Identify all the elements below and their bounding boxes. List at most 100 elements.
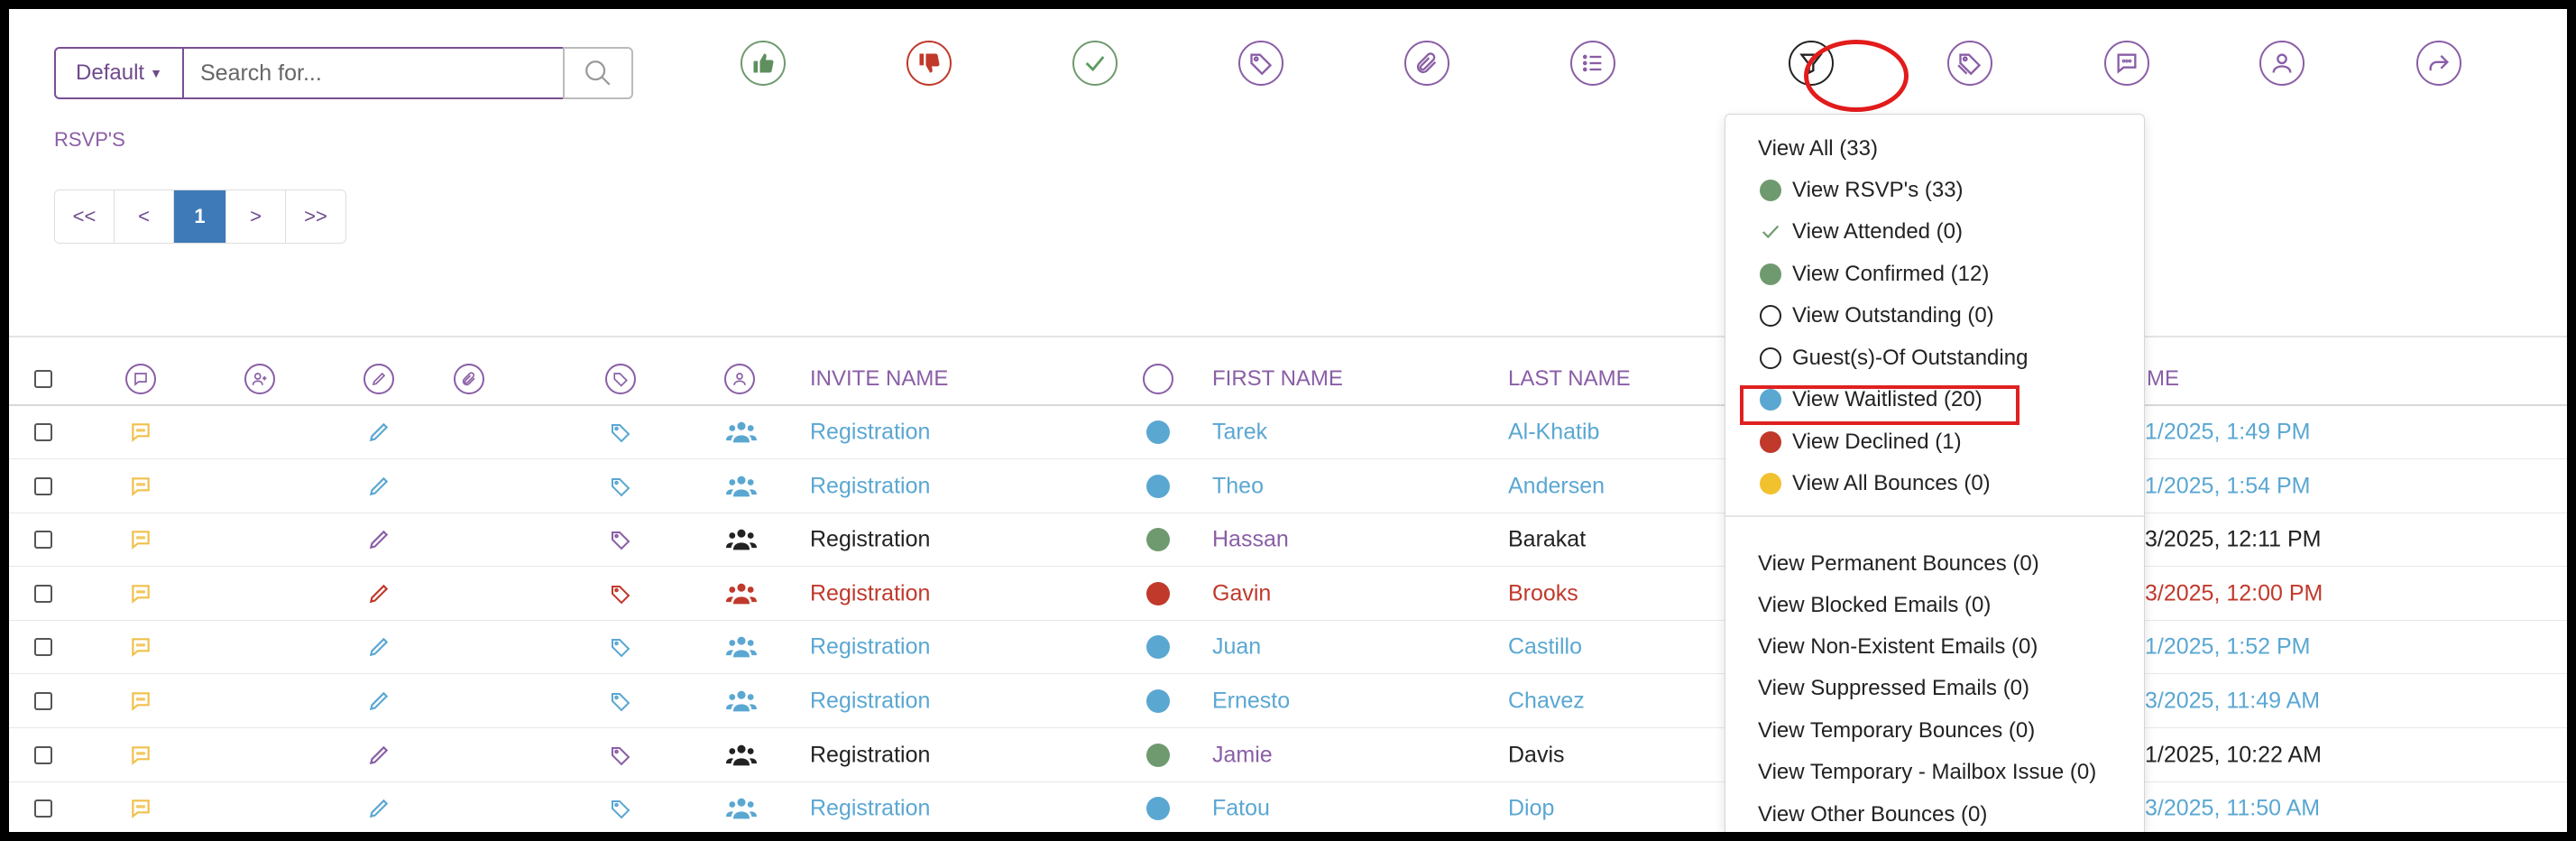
filter-menu-item[interactable]: View Temporary - Mailbox Issue (0)	[1725, 754, 2176, 790]
group-icon[interactable]	[726, 797, 757, 820]
pencil-icon[interactable]	[367, 689, 391, 713]
note-icon[interactable]	[129, 635, 152, 659]
tag-icon[interactable]	[610, 798, 631, 819]
select-all-checkbox[interactable]	[34, 370, 52, 388]
col-edit[interactable]	[363, 364, 394, 394]
col-tag[interactable]	[605, 364, 636, 394]
table-row[interactable]: Registration Hassan Barakat 3/2025, 12:1…	[9, 513, 2567, 568]
last-name-text[interactable]: Castillo	[1508, 634, 1582, 661]
thumbs-up-button[interactable]	[741, 41, 786, 86]
filter-menu-item[interactable]: Guest(s)-Of Outstanding	[1725, 340, 2178, 376]
note-icon[interactable]	[129, 420, 152, 444]
table-row[interactable]: Registration Tarek Al-Khatib 1/2025, 1:4…	[9, 406, 2567, 459]
filter-menu-item[interactable]: View Temporary Bounces (0)	[1725, 713, 2176, 749]
group-icon[interactable]	[726, 475, 757, 498]
page-first-button[interactable]: <<	[55, 190, 115, 243]
group-icon[interactable]	[726, 582, 757, 605]
table-row[interactable]: Registration Jamie Davis 1/2025, 10:22 A…	[9, 729, 2567, 782]
filter-menu-item[interactable]: View Declined (1)	[1725, 424, 2178, 460]
page-next-button[interactable]: >	[226, 190, 286, 243]
invite-name-link[interactable]: Registration	[810, 796, 930, 822]
filter-menu-item[interactable]: View Blocked Emails (0)	[1725, 587, 2176, 624]
note-icon[interactable]	[129, 797, 152, 820]
first-name-link[interactable]: Fatou	[1212, 796, 1270, 822]
first-name-link[interactable]: Theo	[1212, 473, 1264, 499]
table-row[interactable]: Registration Theo Andersen 1/2025, 1:54 …	[9, 460, 2567, 513]
invite-name-link[interactable]: Registration	[810, 473, 930, 499]
invite-name-link[interactable]: Registration	[810, 527, 930, 553]
last-name-text[interactable]: Andersen	[1508, 473, 1605, 499]
search-button[interactable]	[563, 47, 633, 99]
group-icon[interactable]	[726, 744, 757, 767]
invite-name-link[interactable]: Registration	[810, 689, 930, 715]
last-name-text[interactable]: Barakat	[1508, 527, 1586, 553]
attachment-button[interactable]	[1404, 41, 1449, 86]
tag-icon[interactable]	[610, 529, 631, 550]
invite-name-link[interactable]: Registration	[810, 580, 930, 606]
tag-icon[interactable]	[610, 744, 631, 766]
last-name-text[interactable]: Al-Khatib	[1508, 420, 1599, 446]
share-button[interactable]	[2416, 41, 2461, 86]
pencil-icon[interactable]	[367, 582, 391, 605]
check-button[interactable]	[1072, 41, 1118, 86]
table-row[interactable]: Registration Fatou Diop 3/2025, 11:50 AM	[9, 782, 2567, 832]
col-user[interactable]	[724, 364, 755, 394]
note-icon[interactable]	[129, 528, 152, 551]
table-row[interactable]: Registration Juan Castillo 1/2025, 1:52 …	[9, 621, 2567, 675]
pencil-icon[interactable]	[367, 475, 391, 498]
pencil-icon[interactable]	[367, 420, 391, 444]
row-checkbox[interactable]	[34, 638, 52, 657]
note-icon[interactable]	[129, 744, 152, 767]
filter-menu-item[interactable]: View Suppressed Emails (0)	[1725, 670, 2176, 707]
tags-button[interactable]	[1947, 41, 1992, 86]
thumbs-down-button[interactable]	[906, 41, 952, 86]
col-attachment[interactable]	[454, 364, 484, 394]
pencil-icon[interactable]	[367, 744, 391, 767]
table-row[interactable]: Registration Gavin Brooks 3/2025, 12:00 …	[9, 568, 2567, 621]
first-name-link[interactable]: Jamie	[1212, 742, 1273, 768]
note-icon[interactable]	[129, 689, 152, 713]
last-name-text[interactable]: Brooks	[1508, 580, 1578, 606]
group-icon[interactable]	[726, 635, 757, 659]
invite-name-link[interactable]: Registration	[810, 420, 930, 446]
first-name-link[interactable]: Tarek	[1212, 420, 1267, 446]
filter-menu-item[interactable]: View Permanent Bounces (0)	[1725, 546, 2176, 582]
first-name-link[interactable]: Juan	[1212, 634, 1261, 661]
row-checkbox[interactable]	[34, 584, 52, 603]
page-prev-button[interactable]: <	[115, 190, 174, 243]
filter-menu-item[interactable]: View Confirmed (12)	[1725, 256, 2178, 292]
row-checkbox[interactable]	[34, 476, 52, 495]
tag-icon[interactable]	[610, 636, 631, 658]
last-name-text[interactable]: Diop	[1508, 796, 1554, 822]
invite-name-link[interactable]: Registration	[810, 634, 930, 661]
note-icon[interactable]	[129, 582, 152, 605]
user-button[interactable]	[2259, 41, 2305, 86]
tag-icon[interactable]	[610, 690, 631, 712]
header-last-name[interactable]: LAST NAME	[1508, 366, 1631, 392]
col-status[interactable]	[1143, 364, 1173, 394]
first-name-link[interactable]: Hassan	[1212, 527, 1289, 553]
filter-menu-item[interactable]: View Attended (0)	[1725, 214, 2178, 250]
group-icon[interactable]	[726, 528, 757, 551]
last-name-text[interactable]: Davis	[1508, 742, 1565, 768]
last-name-text[interactable]: Chavez	[1508, 689, 1585, 715]
row-checkbox[interactable]	[34, 531, 52, 550]
filter-menu-item[interactable]: View All (33)	[1725, 131, 2176, 167]
col-message[interactable]	[125, 364, 156, 394]
group-icon[interactable]	[726, 689, 757, 713]
row-checkbox[interactable]	[34, 692, 52, 710]
row-checkbox[interactable]	[34, 799, 52, 818]
pencil-icon[interactable]	[367, 635, 391, 659]
first-name-link[interactable]: Gavin	[1212, 580, 1271, 606]
message-button[interactable]	[2104, 41, 2149, 86]
first-name-link[interactable]: Ernesto	[1212, 689, 1290, 715]
tag-icon[interactable]	[610, 421, 631, 443]
pencil-icon[interactable]	[367, 528, 391, 551]
list-button[interactable]	[1570, 41, 1615, 86]
filter-menu-item[interactable]: View Other Bounces (0)	[1725, 797, 2176, 832]
tag-icon[interactable]	[610, 583, 631, 605]
tag-button[interactable]	[1238, 41, 1283, 86]
table-row[interactable]: Registration Ernesto Chavez 3/2025, 11:4…	[9, 675, 2567, 728]
filter-menu-item[interactable]: View RSVP's (33)	[1725, 172, 2178, 208]
invite-name-link[interactable]: Registration	[810, 742, 930, 768]
